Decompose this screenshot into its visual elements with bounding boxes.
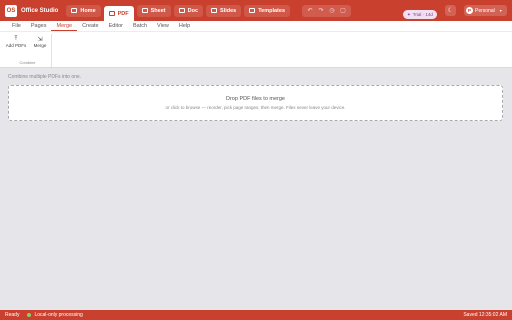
menu-file[interactable]: File xyxy=(7,21,26,31)
ribbon: ⤒ Add PDFs ⇲ Merge Combine xyxy=(0,31,512,68)
save-icon[interactable]: ▢ xyxy=(338,6,348,16)
add-pdfs-button[interactable]: ⤒ Add PDFs xyxy=(5,35,27,49)
merge-button[interactable]: ⇲ Merge xyxy=(31,36,49,49)
status-saved: Saved 12:35:02 AM xyxy=(463,312,507,318)
slides-icon xyxy=(211,8,217,13)
tab-label: Sheet xyxy=(150,7,166,14)
add-file-icon: ⤒ xyxy=(14,35,18,42)
menu-editor[interactable]: Editor xyxy=(104,21,128,31)
menu-bar: File Pages Merge Create Editor Batch Vie… xyxy=(0,21,512,31)
chevron-down-icon: ▾ xyxy=(499,8,502,13)
history-icon[interactable]: ◷ xyxy=(327,6,337,16)
trial-label: Trial · 14d xyxy=(412,12,433,17)
tab-doc[interactable]: Doc xyxy=(173,4,203,17)
menu-help[interactable]: Help xyxy=(174,21,195,31)
title-bar: OS Office Studio Home PDF Sheet Doc Slid… xyxy=(0,0,512,21)
merge-icon: ⇲ xyxy=(37,36,43,43)
profile-label: Personal xyxy=(475,7,495,14)
doc-icon xyxy=(178,8,185,13)
trial-badge[interactable]: ✦ Trial · 14d xyxy=(403,10,437,19)
app-name: Office Studio xyxy=(21,7,59,14)
status-bar: Ready Local-only processing Saved 12:35:… xyxy=(0,310,512,320)
templates-icon xyxy=(249,8,256,13)
menu-pages[interactable]: Pages xyxy=(26,21,52,31)
tab-pdf[interactable]: PDF xyxy=(103,6,134,21)
tab-label: PDF xyxy=(117,10,129,17)
add-pdfs-label: Add PDFs xyxy=(5,43,27,48)
menu-batch[interactable]: Batch xyxy=(128,21,152,31)
menu-merge[interactable]: Merge xyxy=(51,21,78,31)
drop-zone-title: Drop PDF files to merge xyxy=(226,96,285,102)
avatar: P xyxy=(466,7,473,14)
app-tabs: Home PDF Sheet Doc Slides Templates xyxy=(66,0,290,21)
app-logo-icon: OS xyxy=(5,4,17,17)
quick-actions: ↶ ↷ ◷ ▢ xyxy=(302,4,351,17)
status-dot-icon xyxy=(27,313,32,317)
tab-label: Home xyxy=(80,7,96,14)
redo-icon[interactable]: ↷ xyxy=(316,6,326,16)
tab-home[interactable]: Home xyxy=(66,4,101,17)
tab-templates[interactable]: Templates xyxy=(244,4,290,17)
drop-zone-subtitle: or click to browse — reorder, pick page … xyxy=(165,105,346,110)
ribbon-group-label: Combine xyxy=(19,60,36,65)
drop-zone[interactable]: Drop PDF files to merge or click to brow… xyxy=(8,85,503,121)
status-ready: Ready xyxy=(5,312,20,318)
tab-label: Slides xyxy=(220,7,237,14)
sparkle-icon: ✦ xyxy=(407,11,411,17)
tab-sheet[interactable]: Sheet xyxy=(136,4,171,17)
tab-label: Doc xyxy=(187,7,198,14)
menu-create[interactable]: Create xyxy=(77,21,104,31)
tab-label: Templates xyxy=(258,7,285,14)
pdf-icon xyxy=(108,11,115,16)
profile-button[interactable]: P Personal ▾ xyxy=(464,5,507,16)
home-icon xyxy=(71,8,78,13)
theme-toggle-button[interactable]: ☾ xyxy=(445,5,456,16)
sheet-icon xyxy=(141,8,148,13)
page-hint: Combine multiple PDFs into one. xyxy=(8,74,82,80)
undo-icon[interactable]: ↶ xyxy=(305,6,315,16)
tab-slides[interactable]: Slides xyxy=(206,4,242,17)
ribbon-group-combine: ⤒ Add PDFs ⇲ Merge Combine xyxy=(4,34,52,67)
merge-label: Merge xyxy=(33,43,47,48)
moon-icon: ☾ xyxy=(447,8,454,14)
status-local: Local-only processing xyxy=(34,312,83,318)
menu-view[interactable]: View xyxy=(152,21,174,31)
